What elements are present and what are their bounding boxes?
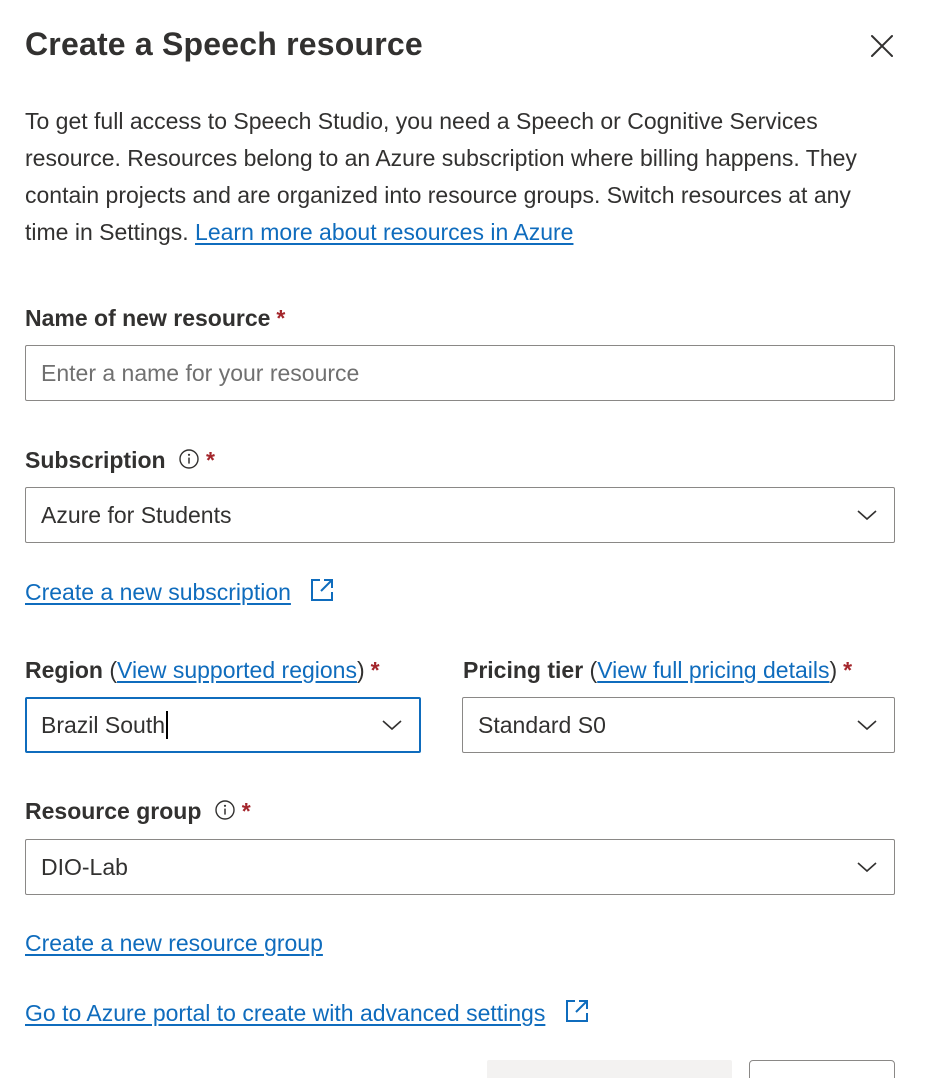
resource-group-label: Resource group * bbox=[25, 798, 251, 825]
close-button[interactable] bbox=[866, 30, 898, 62]
create-subscription-link[interactable]: Create a new subscription bbox=[25, 579, 291, 605]
region-label: Region (View supported regions) * bbox=[25, 657, 380, 684]
create-resource-group-link[interactable]: Create a new resource group bbox=[25, 930, 323, 956]
resource-group-selected-value: DIO-Lab bbox=[41, 853, 128, 880]
close-icon bbox=[871, 35, 893, 57]
create-subscription-row: Create a new subscription bbox=[25, 577, 335, 606]
region-selected-value: Brazil South bbox=[41, 711, 166, 738]
name-field-label: Name of new resource * bbox=[25, 305, 285, 332]
resource-group-dropdown[interactable]: DIO-Lab bbox=[25, 839, 895, 895]
chevron-down-icon bbox=[857, 720, 877, 731]
required-marker: * bbox=[205, 447, 215, 473]
subscription-label: Subscription * bbox=[25, 447, 215, 474]
chevron-down-icon bbox=[857, 862, 877, 873]
name-label-text: Name of new resource bbox=[25, 305, 271, 331]
external-link-icon[interactable] bbox=[309, 577, 335, 603]
text-cursor bbox=[166, 711, 169, 739]
info-icon[interactable] bbox=[214, 799, 236, 821]
chevron-down-icon bbox=[382, 720, 402, 731]
view-pricing-details-link[interactable]: View full pricing details bbox=[597, 657, 829, 683]
region-dropdown[interactable]: Brazil South bbox=[25, 697, 421, 753]
pricing-tier-dropdown[interactable]: Standard S0 bbox=[462, 697, 895, 753]
paren-close: ) bbox=[356, 657, 365, 683]
required-marker: * bbox=[843, 657, 853, 683]
region-label-text: Region bbox=[25, 657, 103, 683]
secondary-action-button[interactable] bbox=[749, 1060, 895, 1078]
required-marker: * bbox=[241, 798, 251, 824]
required-marker: * bbox=[370, 657, 380, 683]
resource-name-field[interactable] bbox=[25, 345, 895, 401]
required-marker: * bbox=[276, 305, 286, 331]
view-supported-regions-link[interactable]: View supported regions bbox=[117, 657, 357, 683]
primary-action-button[interactable] bbox=[487, 1060, 732, 1078]
create-speech-resource-dialog: Create a Speech resource To get full acc… bbox=[0, 0, 931, 1078]
subscription-dropdown[interactable]: Azure for Students bbox=[25, 487, 895, 543]
pricing-tier-selected-value: Standard S0 bbox=[478, 711, 606, 738]
subscription-label-text: Subscription bbox=[25, 447, 166, 473]
pricing-tier-label: Pricing tier (View full pricing details)… bbox=[463, 657, 852, 684]
azure-portal-advanced-link[interactable]: Go to Azure portal to create with advanc… bbox=[25, 1000, 545, 1026]
learn-more-link[interactable]: Learn more about resources in Azure bbox=[195, 219, 573, 245]
paren-close: ) bbox=[829, 657, 838, 683]
create-resource-group-row: Create a new resource group bbox=[25, 930, 323, 957]
resource-name-input[interactable] bbox=[41, 359, 894, 387]
chevron-down-icon bbox=[857, 510, 877, 521]
dialog-description: To get full access to Speech Studio, you… bbox=[25, 103, 895, 251]
resource-group-label-text: Resource group bbox=[25, 798, 202, 824]
dialog-title: Create a Speech resource bbox=[25, 26, 423, 62]
subscription-selected-value: Azure for Students bbox=[41, 501, 232, 528]
pricing-tier-label-text: Pricing tier bbox=[463, 657, 584, 683]
paren-open: ( bbox=[109, 657, 118, 683]
info-icon[interactable] bbox=[178, 448, 200, 470]
advanced-settings-row: Go to Azure portal to create with advanc… bbox=[25, 998, 590, 1027]
external-link-icon[interactable] bbox=[564, 998, 590, 1024]
